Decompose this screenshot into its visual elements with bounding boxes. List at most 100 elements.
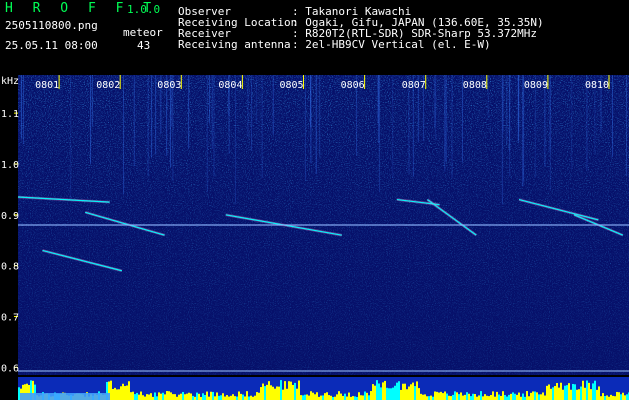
intensity-bar (528, 396, 530, 400)
intensity-bar (378, 383, 380, 400)
intensity-bar (426, 396, 428, 400)
intensity-bar (128, 381, 130, 400)
intensity-bar (484, 394, 486, 400)
intensity-bar (450, 396, 452, 400)
intensity-bar (254, 395, 256, 400)
intensity-bar (362, 395, 364, 400)
intensity-bar (514, 393, 516, 400)
intensity-bar (448, 395, 450, 400)
intensity-bar (308, 395, 310, 400)
version-label: 1.0.0 (127, 3, 161, 16)
intensity-bar (204, 394, 206, 400)
intensity-bar (142, 395, 144, 400)
intensity-bar (218, 395, 220, 400)
intensity-bar (238, 391, 240, 400)
x-tick-label: 0801 (35, 80, 59, 91)
intensity-bar (508, 394, 510, 400)
intensity-bar (234, 396, 236, 400)
intensity-bar (228, 396, 230, 400)
intensity-bar (522, 393, 524, 400)
intensity-bar (210, 391, 212, 400)
intensity-bar (184, 394, 186, 400)
intensity-bar (552, 387, 554, 400)
intensity-bar (466, 392, 468, 400)
intensity-bar (280, 380, 282, 400)
intensity-bar (140, 391, 142, 400)
intensity-bar (186, 393, 188, 400)
intensity-bar (424, 394, 426, 400)
intensity-bar (518, 392, 520, 400)
intensity-bar (268, 381, 270, 400)
intensity-bar (612, 395, 614, 400)
intensity-bar (220, 395, 222, 400)
intensity-bar (276, 386, 278, 400)
intensity-bar (134, 394, 136, 400)
intensity-bar (208, 396, 210, 400)
intensity-bar (202, 393, 204, 400)
intensity-bar (462, 395, 464, 400)
intensity-bar (304, 394, 306, 400)
intensity-bar (560, 382, 562, 400)
intensity-bar (262, 383, 264, 400)
intensity-bar (504, 394, 506, 400)
intensity-bar (342, 395, 344, 400)
intensity-bar (416, 381, 418, 400)
intensity-bar (576, 389, 578, 400)
intensity-bar (374, 385, 376, 400)
y-tick-label: 1.0 (1, 160, 19, 171)
intensity-bar (414, 386, 416, 400)
meteor-label: meteor (123, 26, 163, 39)
x-tick-label: 0804 (218, 80, 242, 91)
intensity-bar (586, 380, 588, 400)
intensity-bar (306, 394, 308, 400)
intensity-bar (292, 384, 294, 400)
intensity-bar (502, 391, 504, 400)
intensity-bar (174, 394, 176, 400)
intensity-bar (500, 395, 502, 400)
intensity-bar (222, 393, 224, 400)
intensity-bar (420, 393, 422, 400)
intensity-bar (598, 386, 600, 400)
intensity-bar (360, 395, 362, 400)
intensity-bar (274, 388, 276, 400)
intensity-bar (290, 381, 292, 400)
x-tick-label: 0805 (280, 80, 304, 91)
intensity-bar (154, 392, 156, 400)
intensity-bar (402, 383, 404, 400)
antenna-value: : 2el-HB9CV Vertical (el. E-W) (292, 38, 491, 51)
intensity-bar (132, 391, 134, 400)
intensity-bar (348, 392, 350, 400)
intensity-bar (490, 395, 492, 400)
intensity-bar (270, 385, 272, 400)
intensity-bar (436, 391, 438, 400)
intensity-bar (618, 392, 620, 400)
intensity-bar (340, 393, 342, 400)
intensity-bar (558, 387, 560, 400)
intensity-bar (366, 392, 368, 400)
intensity-bar (578, 389, 580, 400)
intensity-bar (324, 393, 326, 400)
intensity-bar (588, 382, 590, 400)
intensity-bar (380, 387, 382, 400)
intensity-bar (566, 385, 568, 400)
intensity-bar (330, 395, 332, 400)
meteor-count: 43 (137, 39, 151, 52)
intensity-bar (338, 391, 340, 400)
intensity-bar (282, 389, 284, 400)
intensity-bar (150, 393, 152, 400)
intensity-bar (312, 392, 314, 400)
intensity-bar (354, 396, 356, 400)
y-tick-label: 0.8 (1, 262, 19, 273)
intensity-bar (166, 391, 168, 400)
spectrogram-panel: 1.1 1.0 0.9 0.8 0.7 0.6 0801 0802 0803 0804 0805 0… (0, 75, 629, 400)
intensity-bar (266, 384, 268, 400)
intensity-bar (572, 383, 574, 400)
intensity-bar (314, 394, 316, 400)
intensity-bar (530, 392, 532, 400)
intensity-bar (224, 396, 226, 400)
intensity-bar (302, 395, 304, 400)
intensity-bar (482, 396, 484, 400)
datetime-label: 25.05.11 08:00 (5, 39, 98, 52)
intensity-bar (602, 393, 604, 400)
intensity-bar (346, 396, 348, 400)
